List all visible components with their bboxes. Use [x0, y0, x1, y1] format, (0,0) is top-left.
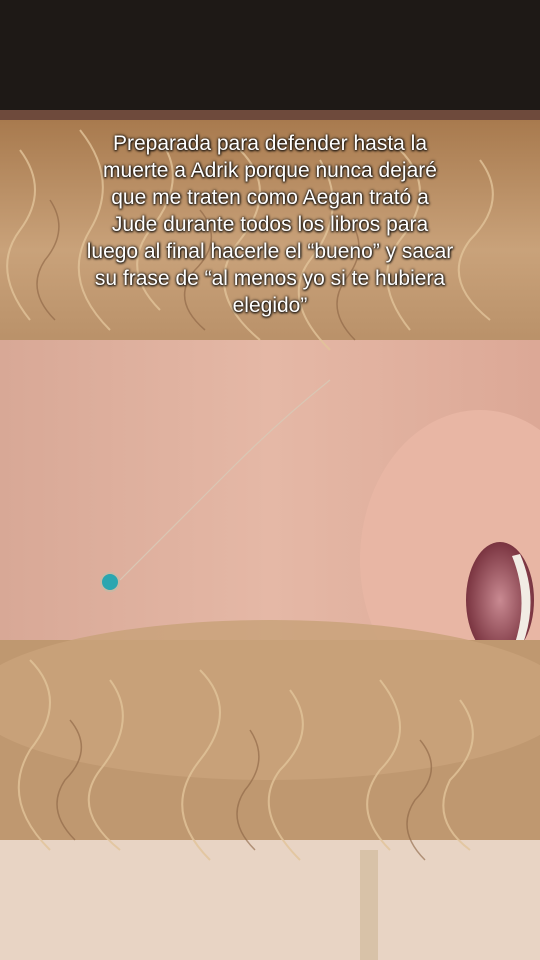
necklace-pendant: [100, 572, 120, 592]
caption-line: luego al final hacerle el “bueno” y saca…: [86, 240, 454, 263]
light-bottom: [0, 840, 540, 960]
caption-line: muerte a Adrik porque nunca dejaré: [103, 159, 437, 182]
caption-overlay: Preparada para defender hasta la muerte …: [40, 130, 500, 319]
caption-line: Jude durante todos los libros para: [111, 213, 429, 236]
video-frame: Preparada para defender hasta la muerte …: [0, 0, 540, 960]
caption-line: Preparada para defender hasta la: [112, 132, 428, 155]
caption-line: elegido”: [232, 294, 308, 317]
caption-line: que me traten como Aegan trató a: [111, 186, 429, 209]
caption-line: su frase de “al menos yo si te hubiera: [94, 267, 446, 290]
